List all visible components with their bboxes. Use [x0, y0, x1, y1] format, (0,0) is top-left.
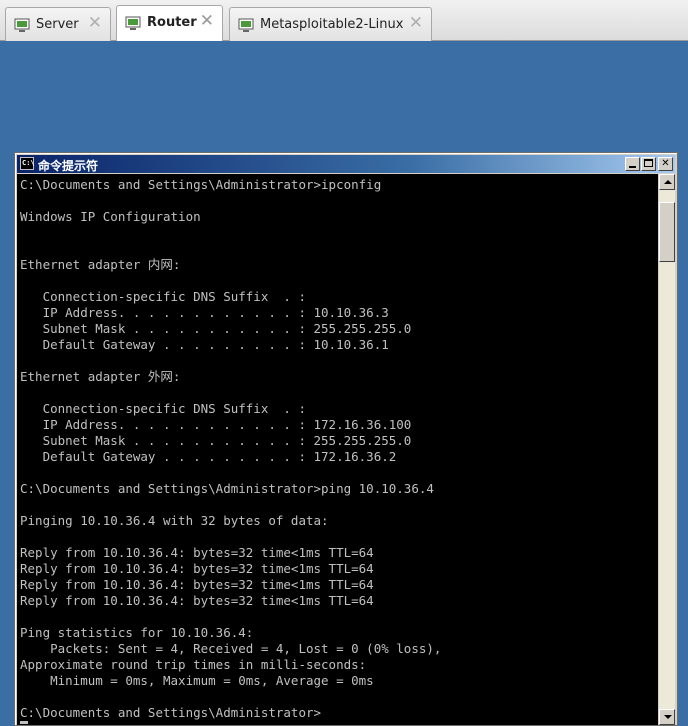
vm-icon — [238, 18, 254, 32]
console-line: Reply from 10.10.36.4: bytes=32 time<1ms… — [20, 545, 374, 560]
maximize-icon — [644, 159, 653, 167]
console-line: IP Address. . . . . . . . . . . . : 10.1… — [20, 305, 389, 320]
console-line: Connection-specific DNS Suffix . : — [20, 289, 306, 304]
console-line: Ethernet adapter 内网: — [20, 257, 181, 272]
console-line: Ethernet adapter 外网: — [20, 369, 181, 384]
console-line: Windows IP Configuration — [20, 209, 201, 224]
text-cursor — [20, 721, 28, 724]
tab-server[interactable]: Server ✕ — [5, 7, 111, 41]
arrow-down-icon — [664, 715, 672, 719]
arrow-up-icon — [664, 180, 672, 184]
console-line: Approximate round trip times in milli-se… — [20, 657, 367, 672]
scroll-down-button[interactable] — [659, 709, 675, 725]
vm-tab-bar: Server ✕ Router ✕ Metasploitable2-Linux … — [0, 0, 688, 41]
vm-icon — [125, 16, 141, 30]
console-line: Default Gateway . . . . . . . . . : 10.1… — [20, 337, 389, 352]
console-line: Connection-specific DNS Suffix . : — [20, 401, 306, 416]
tab-label: Metasploitable2-Linux — [260, 17, 404, 32]
console-line: IP Address. . . . . . . . . . . . : 172.… — [20, 417, 412, 432]
vertical-scrollbar[interactable] — [658, 174, 675, 725]
window-title: 命令提示符 — [38, 159, 99, 173]
console-line: C:\Documents and Settings\Administrator>… — [20, 481, 434, 496]
cmd-icon[interactable]: C:\ — [20, 157, 35, 170]
console-line: Subnet Mask . . . . . . . . . . . : 255.… — [20, 321, 412, 336]
window-titlebar[interactable]: C:\ 命令提示符 ✕ — [17, 155, 675, 173]
console-output[interactable]: C:\Documents and Settings\Administrator>… — [17, 174, 660, 725]
close-icon[interactable]: ✕ — [200, 13, 214, 30]
close-icon[interactable]: ✕ — [88, 15, 102, 32]
console-line: C:\Documents and Settings\Administrator>… — [20, 177, 382, 192]
scrollbar-thumb[interactable] — [659, 202, 675, 262]
console-line: C:\Documents and Settings\Administrator> — [20, 705, 322, 720]
minimize-icon — [629, 166, 636, 168]
vm-icon — [14, 18, 30, 32]
scroll-up-button[interactable] — [659, 174, 675, 190]
console-line: Default Gateway . . . . . . . . . : 172.… — [20, 449, 397, 464]
tab-router[interactable]: Router ✕ — [116, 5, 223, 41]
tab-label: Server — [36, 17, 79, 32]
console-line: Pinging 10.10.36.4 with 32 bytes of data… — [20, 513, 329, 528]
console-line: Reply from 10.10.36.4: bytes=32 time<1ms… — [20, 577, 374, 592]
console-line: Reply from 10.10.36.4: bytes=32 time<1ms… — [20, 561, 374, 576]
console-line: Subnet Mask . . . . . . . . . . . : 255.… — [20, 433, 412, 448]
console-line: Minimum = 0ms, Maximum = 0ms, Average = … — [20, 673, 374, 688]
minimize-button[interactable] — [625, 157, 640, 171]
console-line: Ping statistics for 10.10.36.4: — [20, 625, 254, 640]
tab-metasploitable2-linux[interactable]: Metasploitable2-Linux ✕ — [229, 7, 432, 41]
console-line: Reply from 10.10.36.4: bytes=32 time<1ms… — [20, 593, 374, 608]
close-icon[interactable]: ✕ — [409, 15, 423, 32]
close-button[interactable]: ✕ — [658, 157, 673, 171]
console-line: Packets: Sent = 4, Received = 4, Lost = … — [20, 641, 442, 656]
tab-label: Router — [147, 15, 197, 30]
maximize-button[interactable] — [641, 157, 656, 171]
command-prompt-window: C:\ 命令提示符 ✕ C:\Documents and Settings\Ad… — [14, 152, 678, 726]
